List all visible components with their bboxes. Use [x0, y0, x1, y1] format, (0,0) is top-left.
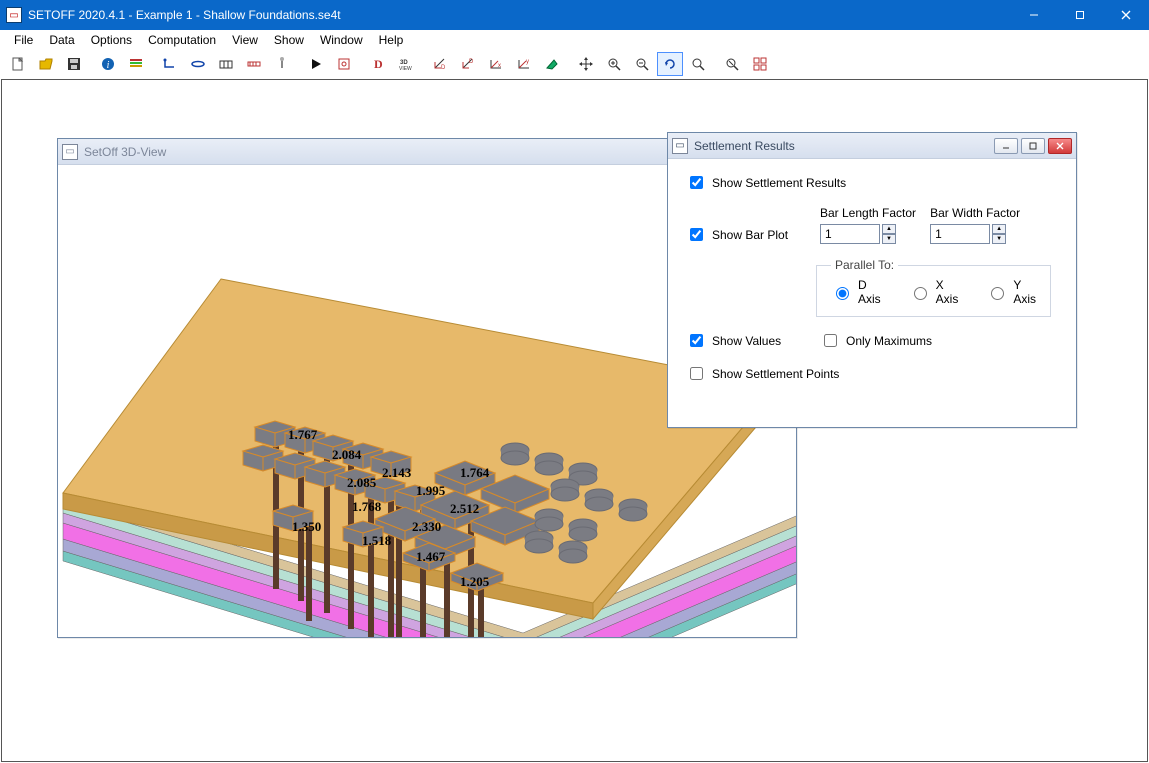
tool-d-icon[interactable]: D: [365, 52, 391, 76]
dialog-title: Settlement Results: [694, 139, 994, 153]
tool-plate-icon[interactable]: [185, 52, 211, 76]
close-button[interactable]: [1103, 0, 1149, 30]
tool-axis1-icon[interactable]: D: [427, 52, 453, 76]
tool-run-icon[interactable]: [303, 52, 329, 76]
settlement-value-label: 1.768: [352, 499, 381, 515]
svg-text:D: D: [374, 57, 383, 71]
tool-3dview-icon[interactable]: 3DVIEW: [393, 52, 419, 76]
svg-text:y: y: [526, 59, 529, 65]
tool-zoomin-icon[interactable]: [601, 52, 627, 76]
settlement-value-label: 2.512: [450, 501, 479, 517]
window-buttons: [1011, 0, 1149, 30]
bar-width-factor-input[interactable]: [930, 224, 990, 244]
svg-text:D: D: [441, 65, 446, 71]
show-settlement-points-checkbox[interactable]: Show Settlement Points: [686, 364, 1058, 383]
toolbar: i D 3DVIEW D D x y: [0, 50, 1149, 78]
mdi-client: ▭ SetOff 3D-View: [1, 79, 1148, 762]
doc-icon: ▭: [672, 138, 688, 154]
tool-grid-icon[interactable]: [213, 52, 239, 76]
show-values-checkbox[interactable]: Show Values: [686, 331, 806, 350]
tool-new-icon[interactable]: [5, 52, 31, 76]
settlement-results-window: ▭ Settlement Results Show Settlement Res…: [667, 132, 1077, 428]
settlement-value-label: 2.085: [347, 475, 376, 491]
show-settlement-results-checkbox[interactable]: Show Settlement Results: [686, 173, 1058, 192]
tool-layers-icon[interactable]: [123, 52, 149, 76]
settlement-value-label: 1.767: [288, 427, 317, 443]
settlement-value-label: 2.143: [382, 465, 411, 481]
settlement-value-label: 1.467: [416, 549, 445, 565]
tool-save-icon[interactable]: [61, 52, 87, 76]
bar-width-factor-label: Bar Width Factor: [930, 206, 1020, 220]
svg-text:VIEW: VIEW: [399, 66, 412, 72]
menu-data[interactable]: Data: [41, 31, 82, 49]
settlement-value-label: 2.084: [332, 447, 361, 463]
app-title: SETOFF 2020.4.1 - Example 1 - Shallow Fo…: [28, 8, 1011, 22]
tool-zoomout-icon[interactable]: [629, 52, 655, 76]
tool-output-icon[interactable]: [331, 52, 357, 76]
bar-length-factor-label: Bar Length Factor: [820, 206, 916, 220]
menu-help[interactable]: Help: [371, 31, 412, 49]
tool-rotate-icon[interactable]: [657, 52, 683, 76]
settlement-value-label: 1.764: [460, 465, 489, 481]
svg-text:x: x: [498, 63, 501, 69]
menu-view[interactable]: View: [224, 31, 266, 49]
settlement-value-label: 1.518: [362, 533, 391, 549]
tool-info-icon[interactable]: i: [95, 52, 121, 76]
app-icon: ▭: [6, 7, 22, 23]
child-minimize-button[interactable]: [994, 138, 1018, 154]
label: Show Settlement Results: [712, 176, 846, 190]
tool-open-icon[interactable]: [33, 52, 59, 76]
parallel-d-axis-radio[interactable]: D Axis: [831, 278, 881, 306]
menu-file[interactable]: File: [6, 31, 41, 49]
menu-show[interactable]: Show: [266, 31, 312, 49]
bar-length-up-button[interactable]: ▲: [882, 224, 896, 234]
label: Only Maximums: [846, 334, 932, 348]
doc-icon: ▭: [62, 144, 78, 160]
svg-text:D: D: [469, 59, 474, 65]
dialog-body: Show Settlement Results Show Bar Plot Ba…: [668, 159, 1076, 401]
bar-length-down-button[interactable]: ▼: [882, 234, 896, 244]
tool-axis3-icon[interactable]: x: [483, 52, 509, 76]
show-bar-plot-checkbox[interactable]: Show Bar Plot: [686, 225, 806, 244]
tool-move-icon[interactable]: [573, 52, 599, 76]
tool-axis2-icon[interactable]: D: [455, 52, 481, 76]
tool-pin-icon[interactable]: [269, 52, 295, 76]
settlement-value-label: 1.995: [416, 483, 445, 499]
child-maximize-button[interactable]: [1021, 138, 1045, 154]
svg-text:i: i: [107, 60, 110, 71]
menubar: File Data Options Computation View Show …: [0, 30, 1149, 50]
tool-zoom-reset-icon[interactable]: [719, 52, 745, 76]
bar-width-down-button[interactable]: ▼: [992, 234, 1006, 244]
label: Show Values: [712, 334, 781, 348]
child-close-button[interactable]: [1048, 138, 1072, 154]
tool-tile-icon[interactable]: [747, 52, 773, 76]
menu-window[interactable]: Window: [312, 31, 371, 49]
tool-measure-icon[interactable]: [241, 52, 267, 76]
tool-wedge-icon[interactable]: [539, 52, 565, 76]
menu-computation[interactable]: Computation: [140, 31, 224, 49]
parallel-y-axis-radio[interactable]: Y Axis: [986, 278, 1036, 306]
settlement-value-label: 2.330: [412, 519, 441, 535]
tool-zoomfit-icon[interactable]: [685, 52, 711, 76]
parallel-to-group: Parallel To: D Axis X Axis Y Axis: [816, 258, 1051, 317]
only-maximums-checkbox[interactable]: Only Maximums: [820, 331, 932, 350]
dialog-titlebar[interactable]: ▭ Settlement Results: [668, 133, 1076, 159]
maximize-button[interactable]: [1057, 0, 1103, 30]
parallel-to-legend: Parallel To:: [831, 258, 898, 272]
bar-length-factor-input[interactable]: [820, 224, 880, 244]
settlement-value-label: 1.350: [292, 519, 321, 535]
label: Show Bar Plot: [712, 228, 788, 242]
tool-shape1-icon[interactable]: [157, 52, 183, 76]
minimize-button[interactable]: [1011, 0, 1057, 30]
app-titlebar: ▭ SETOFF 2020.4.1 - Example 1 - Shallow …: [0, 0, 1149, 30]
parallel-x-axis-radio[interactable]: X Axis: [909, 278, 959, 306]
label: Show Settlement Points: [712, 367, 839, 381]
bar-width-up-button[interactable]: ▲: [992, 224, 1006, 234]
menu-options[interactable]: Options: [83, 31, 140, 49]
settlement-value-label: 1.205: [460, 574, 489, 590]
tool-axis4-icon[interactable]: y: [511, 52, 537, 76]
